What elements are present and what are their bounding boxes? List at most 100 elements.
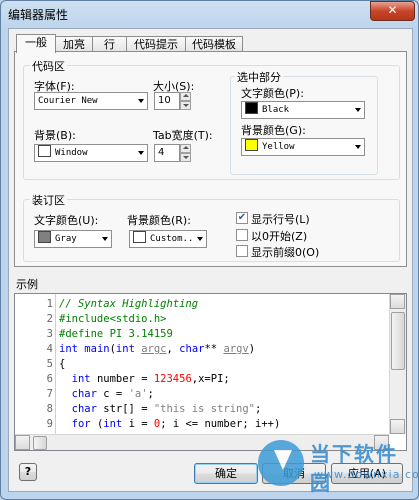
line-number: 8 (46, 403, 53, 415)
preview-label: 示例 (16, 278, 38, 291)
watermark-logo-icon (258, 440, 304, 486)
color-swatch (38, 231, 51, 243)
vertical-scroll-thumb[interactable] (391, 312, 405, 370)
gutter-bg-color-select[interactable]: Custom.. (129, 230, 207, 248)
chevron-down-icon (197, 237, 203, 241)
tab-width-label: Tab宽度(T): (153, 129, 213, 142)
tab-width-input[interactable]: 4 (154, 144, 180, 162)
selection-bg-color-value: Yellow (262, 142, 295, 152)
tab-code-template[interactable]: 代码模板 (185, 36, 243, 52)
code-token: int (115, 343, 135, 355)
scroll-left-button[interactable] (15, 435, 30, 450)
font-select[interactable]: Courier New (34, 92, 148, 110)
code-token: main (84, 343, 110, 355)
code-token: c = (96, 388, 129, 400)
line-number: 2 (46, 313, 53, 325)
code-token: int (59, 343, 78, 355)
code-token: char (179, 343, 205, 355)
watermark: 当下软件园 www.downxia.com (258, 438, 419, 498)
show-line-numbers-checkbox[interactable]: ✔ (236, 212, 248, 224)
code-line: char c = 'a'; (59, 387, 154, 402)
selection-text-color-label: 文字颜色(P): (241, 87, 304, 100)
code-line: for (int i = 0; i <= number; i++) (59, 417, 281, 432)
line-number: 9 (46, 418, 53, 430)
code-token: char (71, 388, 97, 400)
code-token: ; (147, 388, 154, 400)
chevron-down-icon (355, 108, 361, 112)
code-token: int (71, 373, 91, 385)
code-token: ,x=PI; (191, 373, 230, 385)
selection-title: 选中部分 (235, 69, 283, 85)
code-token: char (71, 403, 97, 415)
code-token: { (59, 358, 66, 370)
spin-down-icon[interactable] (180, 101, 191, 110)
spin-up-icon[interactable] (180, 92, 191, 101)
code-line: int number = 123456,x=PI; (59, 372, 230, 387)
code-line: { (59, 357, 65, 372)
color-swatch (245, 102, 258, 114)
line-number: 3 (46, 328, 53, 340)
code-token: , (166, 343, 180, 355)
code-token: ) (248, 343, 256, 355)
code-token: #include<stdio.h> (59, 313, 167, 325)
gutter-bg-color-value: Custom.. (150, 234, 194, 244)
horizontal-scroll-thumb[interactable] (33, 436, 47, 450)
tab-highlight[interactable]: 加亮 (55, 36, 93, 52)
background-label: 背景(B): (34, 129, 76, 142)
code-line: // Syntax Highlighting (59, 297, 198, 312)
scroll-up-button[interactable] (390, 294, 405, 309)
color-swatch (38, 145, 51, 157)
selection-text-color-value: Black (262, 105, 290, 115)
code-token: 'a' (128, 388, 148, 400)
chevron-down-icon (138, 151, 144, 155)
gutter-text-color-value: Gray (55, 234, 77, 244)
ok-button[interactable]: 确定 (194, 463, 258, 484)
code-token: ; i <= number; i++) (160, 418, 281, 430)
code-line: int main(int argc, char** argv) (59, 342, 255, 357)
line-number: 4 (46, 343, 53, 355)
tab-general[interactable]: 一般 (16, 34, 56, 53)
code-line: #include<stdio.h> (59, 312, 166, 327)
code-area-title: 代码区 (30, 58, 67, 74)
start-at-zero-label: 以0开始(Z) (251, 230, 308, 243)
size-input[interactable]: 10 (154, 92, 180, 110)
selection-bg-color-select[interactable]: Yellow (241, 138, 365, 156)
gutter-bg-color-label: 背景颜色(R): (127, 214, 191, 227)
font-value: Courier New (38, 96, 98, 106)
selection-text-color-select[interactable]: Black (241, 101, 365, 119)
background-select[interactable]: Window (34, 144, 148, 162)
vertical-scrollbar[interactable] (389, 294, 406, 434)
size-spinner[interactable] (180, 92, 191, 110)
tab-code-hint[interactable]: 代码提示 (126, 36, 186, 52)
background-value: Window (55, 148, 88, 158)
code-token: int (103, 418, 123, 430)
gutter-text-color-select[interactable]: Gray (34, 230, 112, 248)
spin-down-icon[interactable] (180, 153, 191, 162)
chevron-down-icon (102, 237, 108, 241)
spin-up-icon[interactable] (180, 144, 191, 153)
code-token: argc (141, 343, 167, 355)
close-button[interactable]: ✕ (370, 1, 415, 21)
chevron-down-icon (355, 145, 361, 149)
tab-width-spinner[interactable] (180, 144, 191, 162)
code-line: #define PI 3.14159 (59, 327, 173, 342)
show-leading-zeros-checkbox[interactable] (236, 245, 248, 257)
chevron-down-icon (138, 99, 144, 103)
show-leading-zeros-label: 显示前缀0(O) (251, 246, 320, 259)
start-at-zero-checkbox[interactable] (236, 229, 248, 241)
code-token: ; (255, 403, 262, 415)
help-button[interactable]: ? (19, 463, 37, 481)
color-swatch (245, 139, 258, 151)
code-token: for (71, 418, 91, 430)
code-token: ** (204, 343, 224, 355)
code-token: str[] = (96, 403, 154, 415)
code-preview[interactable]: 1 // Syntax Highlighting 2 #include<stdio.h… (14, 293, 407, 451)
line-number: 6 (46, 373, 53, 385)
scroll-down-button[interactable] (390, 419, 405, 434)
code-token: i = (122, 418, 154, 430)
tab-line[interactable]: 行 (92, 36, 127, 52)
code-token: "this is string" (153, 403, 256, 415)
